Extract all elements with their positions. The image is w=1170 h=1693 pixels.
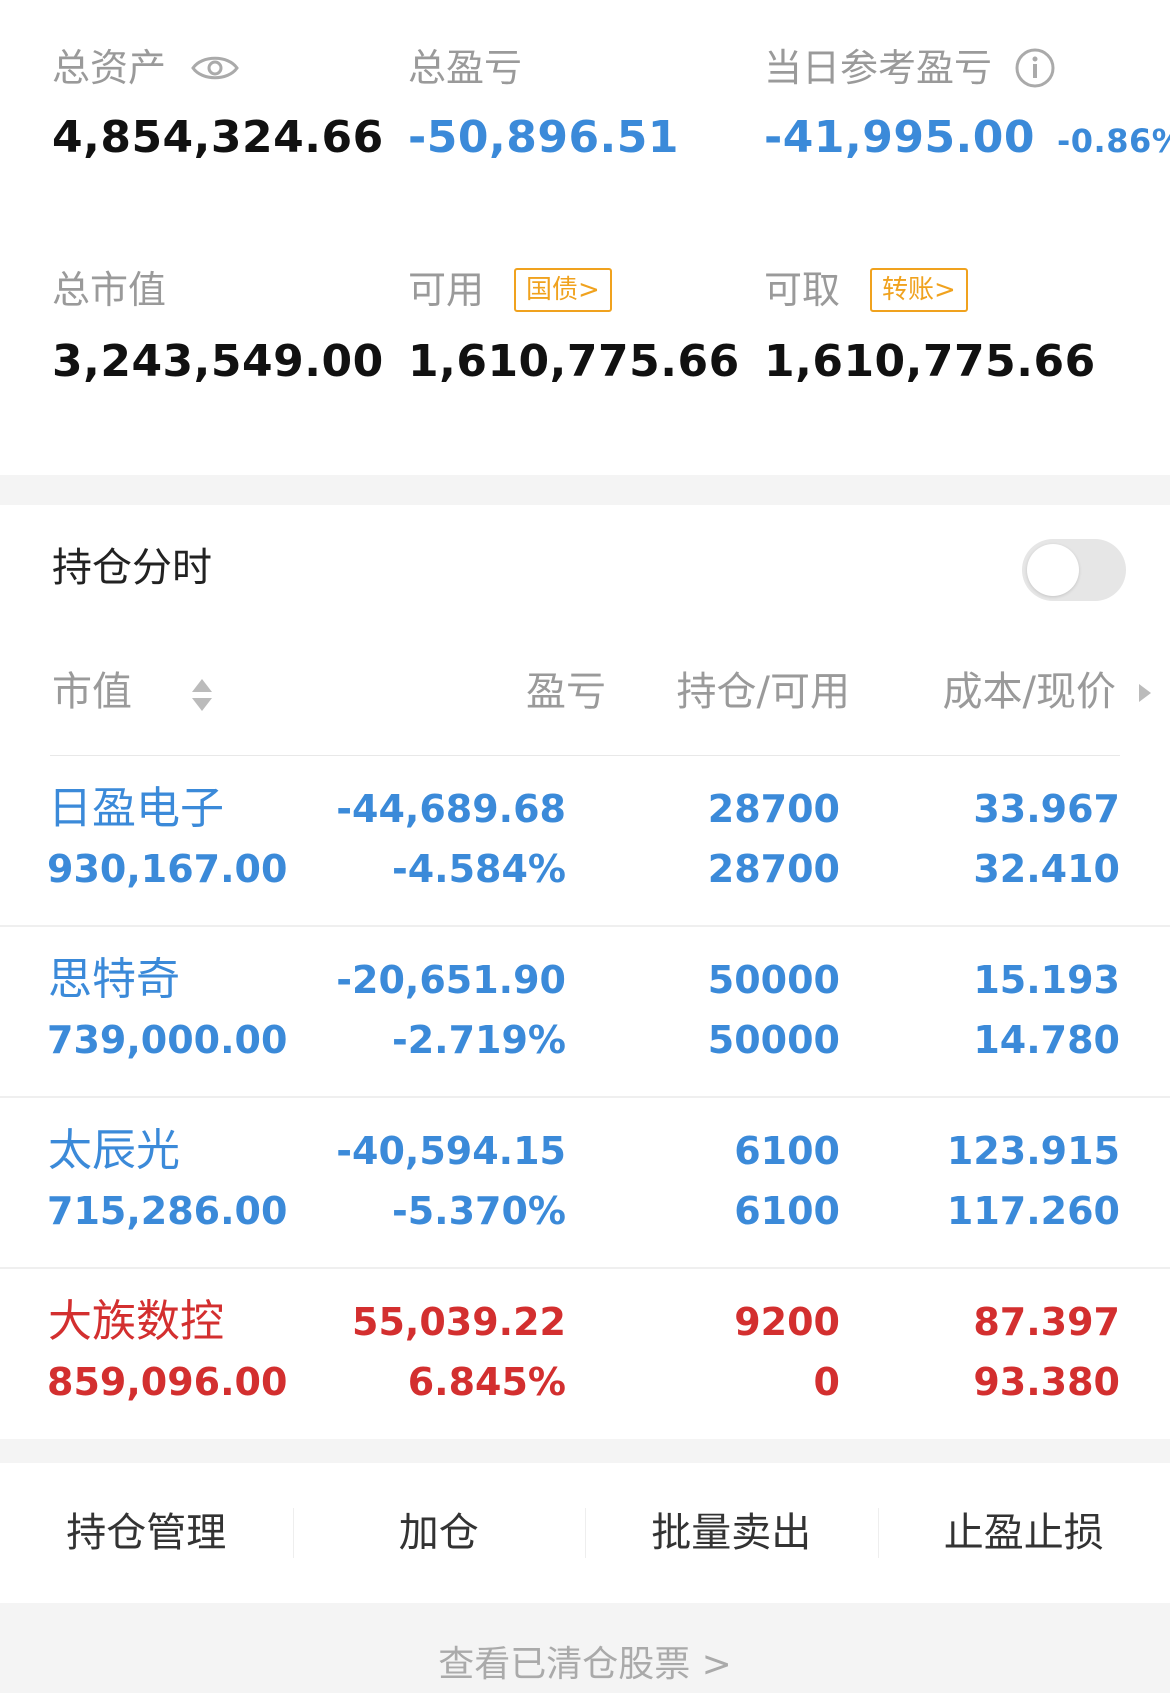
scroll-right-icon[interactable] [1138, 683, 1152, 703]
stock-name: 日盈电子 [48, 784, 224, 834]
section-divider [0, 475, 1170, 505]
stock-pnl-pct: -2.719% [392, 1015, 566, 1065]
transfer-tag[interactable]: 转账> [870, 268, 968, 312]
stock-available: 28700 [708, 844, 840, 894]
available-label: 可用 [408, 266, 484, 314]
daily-pnl-pct: -0.86% [1057, 113, 1170, 169]
total-assets-label: 总资产 [52, 44, 166, 92]
add-position-button[interactable]: 加仓 [293, 1508, 586, 1558]
stock-pnl-pct: -5.370% [392, 1186, 566, 1236]
stock-name: 太辰光 [48, 1126, 180, 1176]
total-pnl-block: 总盈亏 -50,896.51 [408, 44, 679, 166]
daily-pnl-block: 当日参考盈亏 -41,995.00 -0.86% [764, 44, 1170, 169]
total-assets-block: 总资产 4,854,324.66 [52, 44, 384, 166]
footer: 查看已清仓股票 > [0, 1603, 1170, 1693]
stock-pnl: -40,594.15 [336, 1126, 566, 1176]
col-pnl: 盈亏 [526, 667, 606, 717]
stock-cost: 123.915 [947, 1126, 1120, 1176]
stock-position: 6100 [734, 1126, 840, 1176]
holdings-list: 日盈电子 930,167.00 -44,689.68 -4.584% 28700… [0, 756, 1170, 1439]
holding-row[interactable]: 思特奇 739,000.00 -20,651.90 -2.719% 50000 … [0, 927, 1170, 1098]
daily-pnl-value: -41,995.00 [764, 110, 1035, 166]
holding-row[interactable]: 大族数控 859,096.00 55,039.22 6.845% 9200 0 … [0, 1269, 1170, 1439]
stock-pnl-pct: 6.845% [408, 1357, 566, 1407]
stock-market-value: 859,096.00 [47, 1357, 287, 1407]
holding-row[interactable]: 太辰光 715,286.00 -40,594.15 -5.370% 6100 6… [0, 1098, 1170, 1269]
market-value-label: 总市值 [52, 266, 166, 314]
stock-cost: 33.967 [973, 784, 1120, 834]
total-pnl-value: -50,896.51 [408, 110, 679, 166]
treasury-bond-tag[interactable]: 国债> [514, 268, 612, 312]
section-divider [0, 1439, 1170, 1463]
stock-available: 50000 [708, 1015, 840, 1065]
action-bar: 持仓管理 加仓 批量卖出 止盈止损 [0, 1463, 1170, 1603]
col-market-value[interactable]: 市值 [52, 667, 132, 717]
col-cost: 成本/现价 [943, 667, 1116, 717]
daily-pnl-label: 当日参考盈亏 [764, 44, 992, 92]
info-icon[interactable] [1014, 47, 1056, 89]
holdings-title: 持仓分时 [52, 543, 212, 593]
holding-row[interactable]: 日盈电子 930,167.00 -44,689.68 -4.584% 28700… [0, 756, 1170, 927]
available-block: 可用 国债> 1,610,775.66 [408, 266, 740, 390]
stock-price: 14.780 [973, 1015, 1120, 1065]
stock-position: 28700 [708, 784, 840, 834]
account-summary: 总资产 4,854,324.66 总盈亏 -50,896.51 当日参考盈亏 -… [0, 0, 1170, 475]
stock-price: 93.380 [973, 1357, 1120, 1407]
stock-pnl: -44,689.68 [336, 784, 566, 834]
stock-name: 大族数控 [48, 1297, 224, 1347]
holdings-column-header: 市值 盈亏 持仓/可用 成本/现价 [50, 625, 1120, 756]
eye-icon[interactable] [190, 51, 240, 85]
intraday-toggle[interactable] [1022, 539, 1126, 601]
market-value-value: 3,243,549.00 [52, 334, 384, 390]
withdrawable-label: 可取 [764, 266, 840, 314]
manage-positions-button[interactable]: 持仓管理 [0, 1508, 293, 1558]
stock-market-value: 930,167.00 [47, 844, 287, 894]
stock-pnl: -20,651.90 [336, 955, 566, 1005]
withdrawable-block: 可取 转账> 1,610,775.66 [764, 266, 1096, 390]
stock-available: 0 [814, 1357, 840, 1407]
stock-name: 思特奇 [48, 955, 180, 1005]
stock-pnl: 55,039.22 [352, 1297, 566, 1347]
total-pnl-label: 总盈亏 [408, 44, 522, 92]
stock-price: 117.260 [947, 1186, 1120, 1236]
view-cleared-stocks-link[interactable]: 查看已清仓股票 > [438, 1637, 732, 1693]
market-value-block: 总市值 3,243,549.00 [52, 266, 384, 390]
available-value: 1,610,775.66 [408, 334, 740, 390]
batch-sell-button[interactable]: 批量卖出 [585, 1508, 878, 1558]
holdings-header: 持仓分时 [0, 505, 1170, 625]
stock-cost: 15.193 [973, 955, 1120, 1005]
total-assets-value: 4,854,324.66 [52, 110, 384, 166]
stock-market-value: 715,286.00 [47, 1186, 287, 1236]
stock-cost: 87.397 [973, 1297, 1120, 1347]
stock-position: 50000 [708, 955, 840, 1005]
col-position: 持仓/可用 [677, 667, 850, 717]
withdrawable-value: 1,610,775.66 [764, 334, 1096, 390]
stop-profit-loss-button[interactable]: 止盈止损 [878, 1508, 1170, 1558]
stock-pnl-pct: -4.584% [392, 844, 566, 894]
sort-icon[interactable] [190, 677, 214, 713]
stock-price: 32.410 [973, 844, 1120, 894]
stock-available: 6100 [734, 1186, 840, 1236]
stock-market-value: 739,000.00 [47, 1015, 287, 1065]
toggle-knob [1027, 544, 1079, 596]
stock-position: 9200 [734, 1297, 840, 1347]
